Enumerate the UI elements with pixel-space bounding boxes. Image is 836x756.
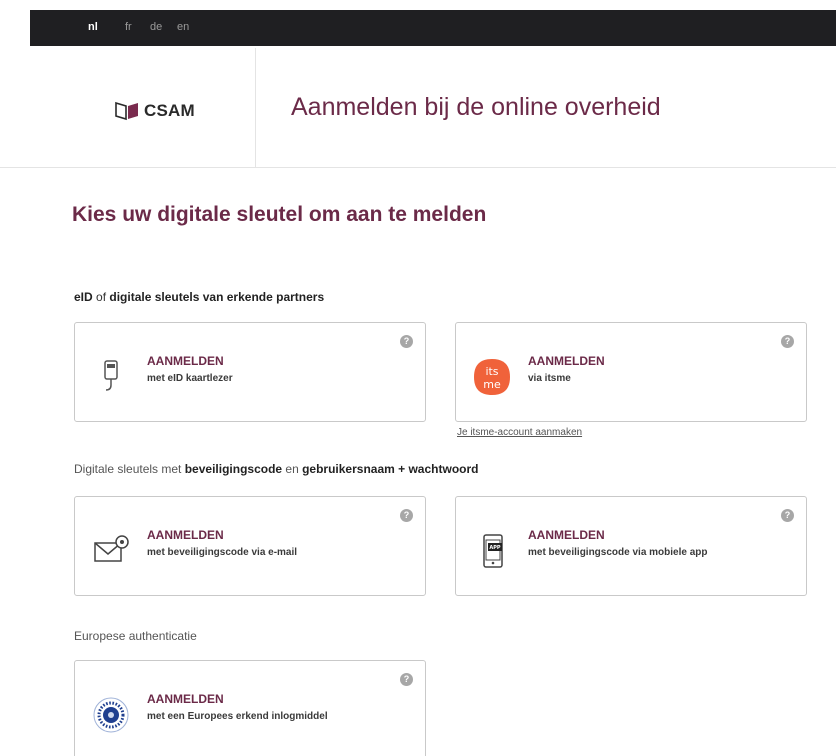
lang-en-link[interactable]: en [177,21,189,33]
section-label-part: gebruikersnaam + wachtwoord [302,462,479,476]
section-label-part: beveiligingscode [184,462,283,476]
top-bar: nl fr de en [30,10,836,46]
european-login-card[interactable]: ? AANMELDEN met een Europees erkend inlo… [74,660,426,756]
lang-fr-link[interactable]: fr [125,21,132,33]
card-reader-icon [104,360,118,391]
itsme-logo-text: its [485,365,498,378]
card-subtitle: met een Europees erkend inlogmiddel [147,711,328,722]
section-label-part: Digitale sleutels met [74,462,185,476]
csam-logo[interactable]: CSAM [115,101,195,121]
section-label-part: en [282,462,303,476]
mobile-app-login-card[interactable]: ? APP AANMELDEN met beveiligingscode via… [455,496,807,596]
card-title: AANMELDEN [147,692,224,706]
eid-login-card[interactable]: ? AANMELDEN met eID kaartlezer [74,322,426,422]
lang-de-link[interactable]: de [150,21,162,33]
itsme-login-card[interactable]: ? its me AANMELDEN via itsme [455,322,807,422]
section-label-part: eID [74,290,93,304]
main-heading: Kies uw digitale sleutel om aan te melde… [72,203,487,226]
card-title: AANMELDEN [528,528,605,542]
help-icon[interactable]: ? [400,509,413,522]
envelope-icon [94,535,129,562]
section-label-part: digitale sleutels van erkende partners [109,290,325,304]
section-label-partners: eID of digitale sleutels van erkende par… [74,290,324,304]
email-code-login-card[interactable]: ? AANMELDEN met beveiligingscode via e-m… [74,496,426,596]
section-label-codes: Digitale sleutels met beveiligingscode e… [74,462,478,476]
section-label-part: of [92,290,110,304]
section-label-europe: Europese authenticatie [74,629,197,643]
help-icon[interactable]: ? [400,335,413,348]
page-header: CSAM Aanmelden bij de online overheid [0,48,836,168]
card-subtitle: via itsme [528,373,571,384]
card-subtitle: met eID kaartlezer [147,373,233,384]
mobile-app-icon: APP [483,534,503,568]
itsme-logo-text: me [483,378,501,391]
card-title: AANMELDEN [528,354,605,368]
lang-nl-link[interactable]: nl [88,21,98,33]
help-icon[interactable]: ? [781,509,794,522]
logo-text: CSAM [144,101,195,120]
itsme-logo-icon: its me [474,359,510,395]
card-subtitle: met beveiligingscode via e-mail [147,547,298,558]
card-subtitle: met beveiligingscode via mobiele app [528,547,708,558]
help-icon[interactable]: ? [400,673,413,686]
logo-cell: CSAM [30,48,256,168]
page-title: Aanmelden bij de online overheid [291,93,661,121]
help-icon[interactable]: ? [781,335,794,348]
eu-stars-icon [93,697,129,733]
card-title: AANMELDEN [147,528,224,542]
app-badge-text: APP [489,545,501,551]
create-itsme-account-link[interactable]: Je itsme-account aanmaken [457,427,582,438]
card-title: AANMELDEN [147,354,224,368]
csam-logo-mark-icon [115,101,138,121]
